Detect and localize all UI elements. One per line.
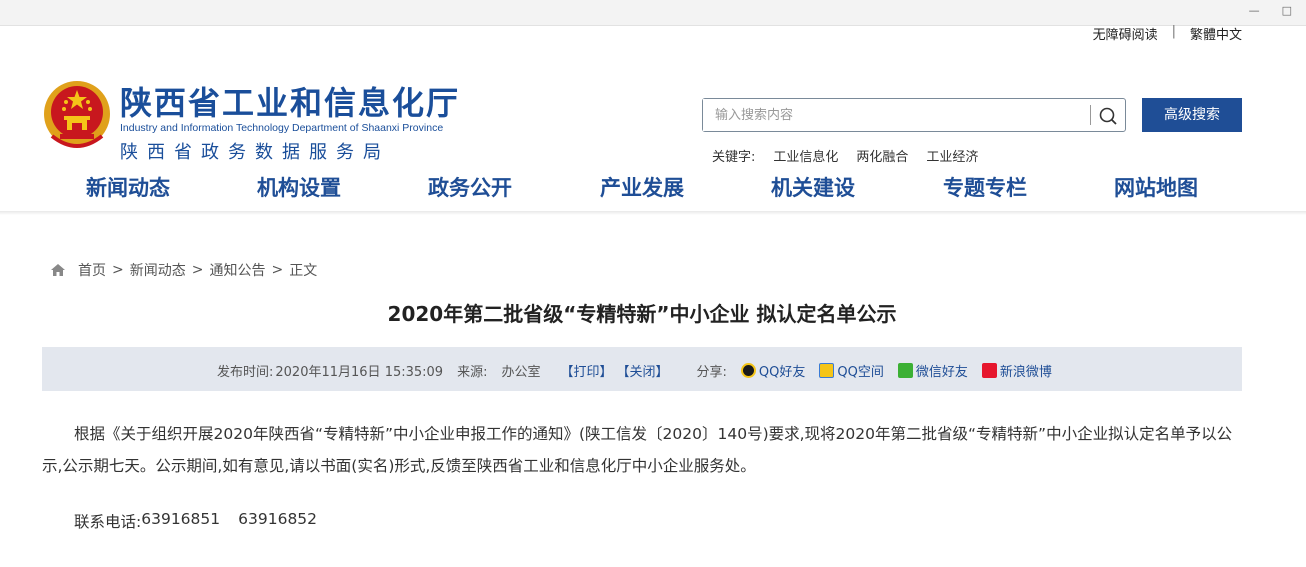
nav-divider (0, 211, 1306, 215)
browser-titlebar: — □ (0, 0, 1306, 26)
share-qzone-button[interactable]: QQ空间 (819, 361, 884, 380)
minimize-button[interactable]: — (1249, 4, 1260, 17)
share-wechat-label: 微信好友 (915, 365, 968, 380)
publish-label: 发布时间: (217, 365, 274, 380)
weibo-icon (981, 363, 997, 378)
contact-line: 联系电话: 63916851 63916852 (74, 510, 317, 532)
nav-item-party-building[interactable]: 机关建设 (743, 172, 883, 202)
nav-item-government-affairs[interactable]: 政务公开 (400, 172, 540, 202)
nav-item-news[interactable]: 新闻动态 (58, 172, 198, 202)
search-box (702, 98, 1126, 132)
breadcrumb-current: 正文 (289, 263, 318, 279)
breadcrumb-home[interactable]: 首页 (78, 260, 106, 280)
national-emblem-icon (44, 81, 110, 148)
window-controls: — □ (1249, 4, 1292, 17)
keyword-link[interactable]: 工业信息化 (773, 146, 838, 165)
share-qzone-label: QQ空间 (837, 365, 884, 380)
publish-time: 2020年11月16日 15:35:09 (275, 365, 444, 380)
site-header: 陕西省工业和信息化厅 Industry and Information Tech… (0, 26, 1306, 165)
phone-number-1: 63916851 (141, 510, 221, 528)
phone-number-2: 63916852 (238, 510, 318, 528)
print-button[interactable]: 【打印】 (560, 361, 612, 380)
maximize-button[interactable]: □ (1282, 4, 1292, 17)
breadcrumb-separator: > (112, 262, 124, 278)
contact-label: 联系电话: (74, 513, 142, 531)
article-title: 2020年第二批省级“专精特新”中小企业 拟认定名单公示 (387, 302, 897, 326)
keywords-label: 关键字: (712, 150, 756, 165)
breadcrumb-separator: > (191, 262, 204, 278)
search-divider (1090, 105, 1091, 125)
keywords-row: 关键字: 工业信息化 两化融合 工业经济 (712, 146, 978, 165)
breadcrumb: 首页 > 新闻动态 > 通知公告 > 正文 (50, 260, 317, 280)
share-wechat-button[interactable]: 微信好友 (897, 361, 968, 380)
home-icon[interactable] (50, 263, 66, 277)
article-paragraph: 根据《关于组织开展2020年陕西省“专精特新”中小企业申报工作的通知》(陕工信发… (42, 425, 1233, 475)
breadcrumb-separator: > (271, 262, 284, 278)
search-input[interactable] (703, 99, 1083, 131)
source-label: 来源: (457, 365, 488, 380)
qq-icon (740, 363, 756, 378)
breadcrumb-notices[interactable]: 通知公告 (209, 260, 265, 280)
site-title-cn[interactable]: 陕西省工业和信息化厅 (120, 78, 460, 124)
source-value: 办公室 (501, 365, 541, 380)
keyword-link[interactable]: 工业经济 (926, 146, 978, 165)
nav-item-industry[interactable]: 产业发展 (572, 172, 712, 202)
keyword-link[interactable]: 两化融合 (856, 146, 908, 165)
share-qq-friend-label: QQ好友 (758, 365, 806, 380)
qzone-star-icon (819, 363, 835, 378)
site-title-en: Industry and Information Technology Depa… (120, 122, 444, 134)
article-info-bar: 发布时间: 2020年11月16日 15:35:09 来源: 办公室 【打印】 … (42, 347, 1242, 391)
nav-item-special-topics[interactable]: 专题专栏 (915, 172, 1055, 202)
nav-item-sitemap[interactable]: 网站地图 (1086, 172, 1226, 202)
share-qq-friend-button[interactable]: QQ好友 (740, 361, 806, 380)
breadcrumb-news[interactable]: 新闻动态 (130, 260, 186, 280)
share-weibo-label: 新浪微博 (999, 365, 1052, 380)
advanced-search-button[interactable]: 高级搜索 (1142, 98, 1242, 132)
share-weibo-button[interactable]: 新浪微博 (981, 361, 1052, 380)
close-button[interactable]: 【关闭】 (617, 361, 669, 380)
nav-item-organization[interactable]: 机构设置 (229, 172, 369, 202)
share-label: 分享: (696, 365, 727, 380)
main-nav: 新闻动态 机构设置 政务公开 产业发展 机关建设 专题专栏 网站地图 (0, 172, 1306, 202)
wechat-icon (897, 363, 913, 378)
search-icon[interactable] (1097, 105, 1119, 127)
site-subtitle: 陕西省政务数据服务局 (120, 142, 390, 163)
